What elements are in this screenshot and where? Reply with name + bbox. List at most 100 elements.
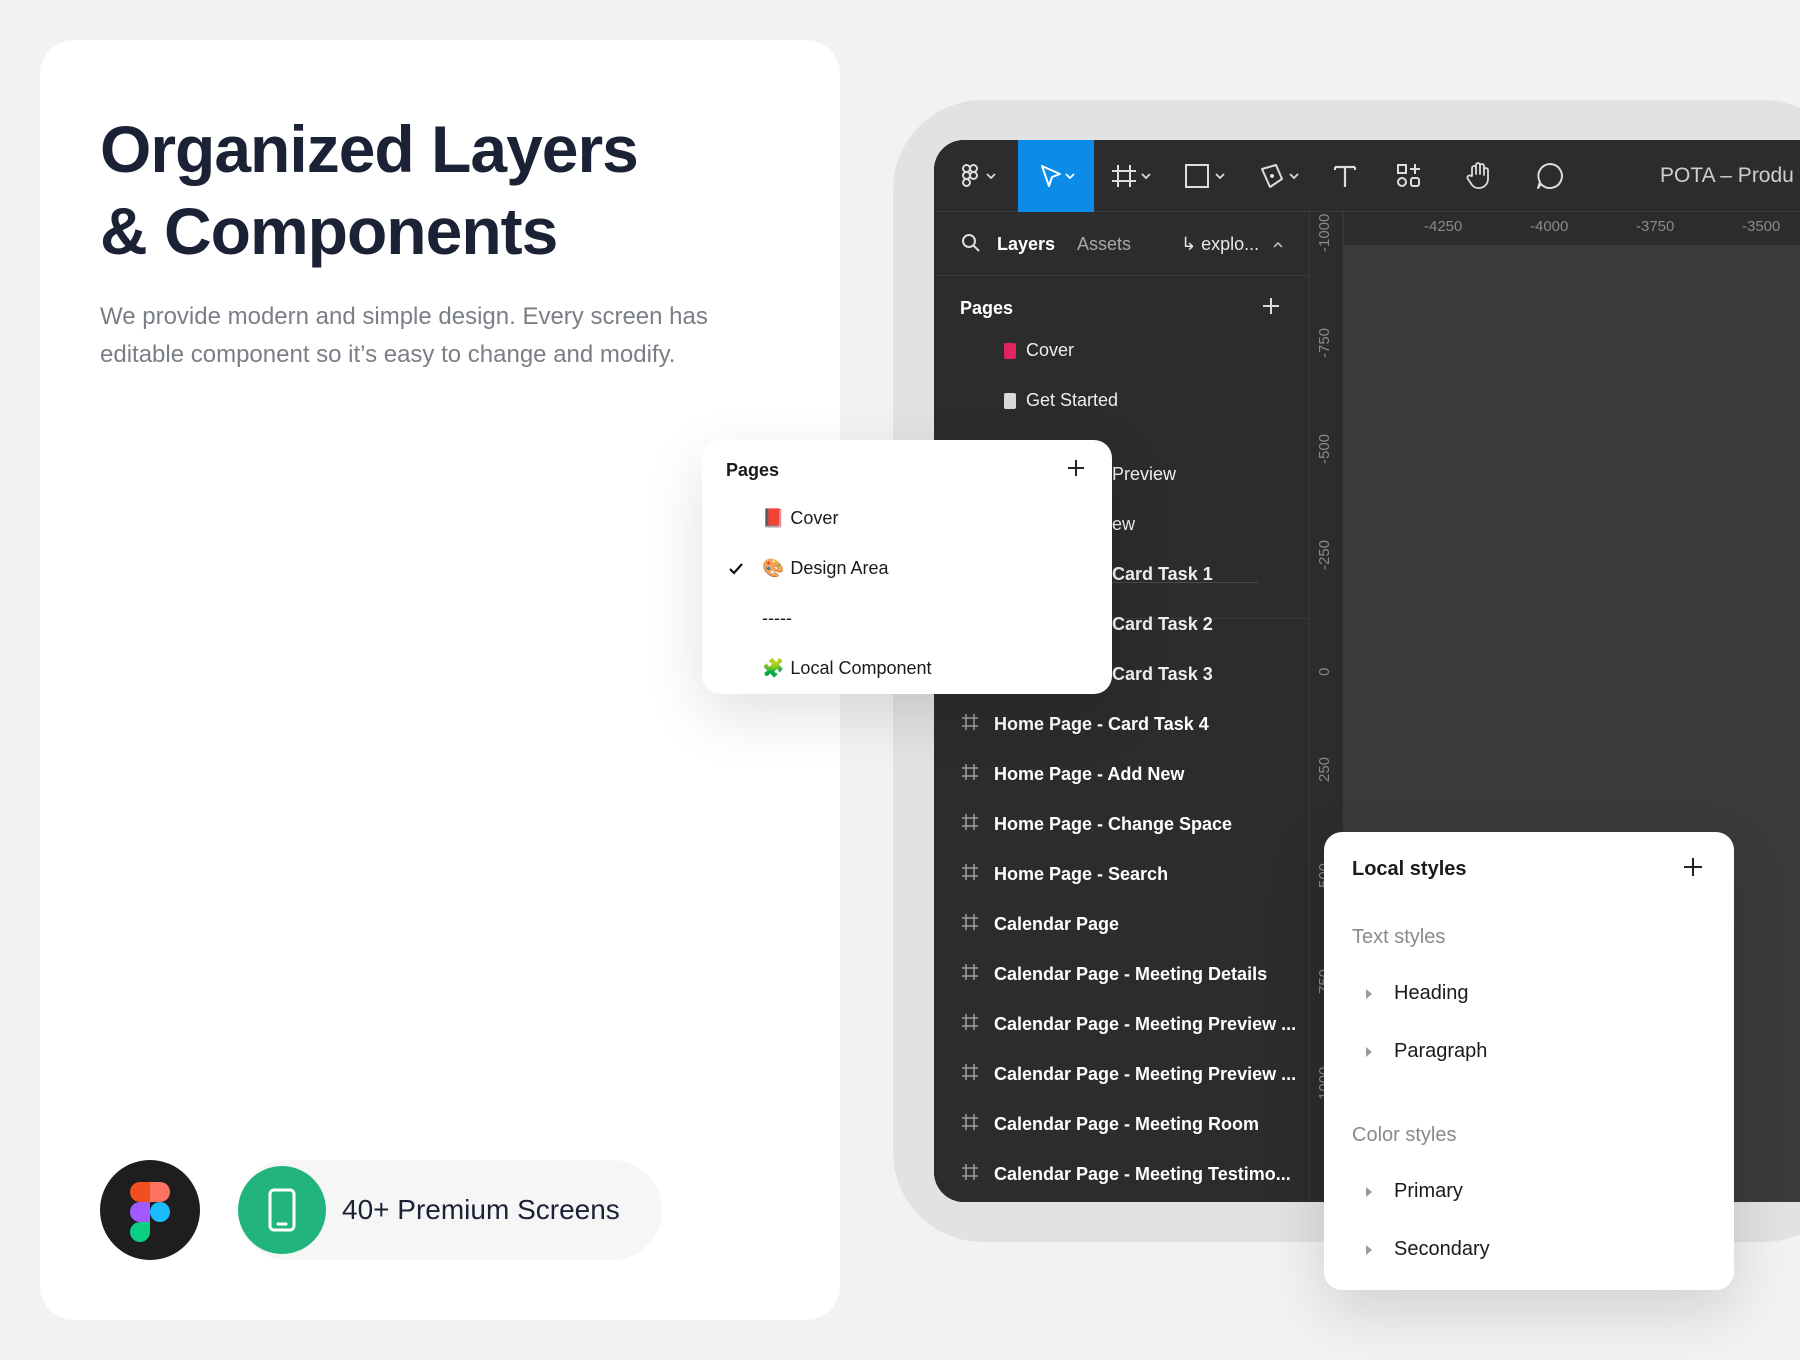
- layer-item-partial[interactable]: Card Task 1: [1112, 564, 1213, 585]
- text-tool-button[interactable]: [1320, 140, 1370, 212]
- move-tool-button[interactable]: [1018, 140, 1094, 212]
- frame-icon: [960, 862, 980, 887]
- layer-item-label: Home Page - Search: [994, 864, 1169, 884]
- current-page-label: ↳ explo...: [1181, 234, 1260, 254]
- ruler-tick-label: -500: [1316, 433, 1333, 464]
- add-page-icon[interactable]: [1259, 294, 1283, 318]
- layer-item[interactable]: Calendar Page - Meeting Preview ...: [960, 1012, 1296, 1037]
- layer-item[interactable]: Calendar Page - Meeting Testimo...: [960, 1162, 1291, 1187]
- layer-item[interactable]: Home Page - Add New: [960, 762, 1184, 787]
- layer-item[interactable]: Home Page - Card Task 4: [960, 712, 1209, 737]
- layer-item-label: Calendar Page - Meeting Preview ...: [994, 1014, 1297, 1034]
- layer-item[interactable]: Home Page - Change Space: [960, 812, 1232, 837]
- figma-icon: [130, 1182, 170, 1242]
- page-item-label: Cover: [1026, 340, 1075, 360]
- tab-assets[interactable]: Assets: [1077, 234, 1131, 255]
- style-item-label: Primary: [1394, 1180, 1463, 1202]
- phone-badge: [238, 1166, 326, 1254]
- frame-icon: [960, 962, 980, 987]
- ruler-tick-label: -4250: [1424, 218, 1463, 235]
- local-styles-panel: Local styles Text styles Heading Paragra…: [1324, 832, 1734, 1290]
- style-item-secondary[interactable]: Secondary: [1366, 1238, 1490, 1261]
- style-item-label: Secondary: [1394, 1238, 1490, 1260]
- popup-page-label: Cover: [790, 508, 839, 528]
- popup-page-cover[interactable]: 📕 Cover: [762, 508, 838, 529]
- hand-icon: [1466, 162, 1489, 189]
- add-page-icon[interactable]: [1064, 456, 1088, 480]
- style-item-heading[interactable]: Heading: [1366, 982, 1469, 1005]
- chevron-up-icon: [1273, 242, 1283, 248]
- popup-page-design-area[interactable]: 🎨 Design Area: [762, 558, 888, 579]
- popup-page-separator[interactable]: -----: [762, 608, 792, 629]
- page-item-get-started[interactable]: Get Started: [1004, 390, 1118, 411]
- feature-title-line1: Organized Layers: [100, 112, 639, 186]
- feature-description-line2: editable component so it’s easy to chang…: [100, 341, 676, 368]
- ruler-tick-label: -4000: [1530, 218, 1569, 235]
- layer-item-partial[interactable]: Card Task 2: [1112, 614, 1213, 635]
- add-style-icon[interactable]: [1680, 854, 1706, 880]
- hand-tool-button[interactable]: [1454, 140, 1504, 212]
- caret-right-icon: [1366, 1186, 1372, 1197]
- document-title[interactable]: POTA – Produ: [1660, 164, 1794, 188]
- frame-icon: [960, 1062, 980, 1087]
- phone-icon: [268, 1188, 296, 1232]
- puzzle-icon: 🧩: [762, 658, 785, 678]
- frame-icon: [960, 912, 980, 937]
- layer-item[interactable]: Calendar Page - Meeting Room: [960, 1112, 1259, 1137]
- caret-right-icon: [1366, 1244, 1372, 1255]
- layer-item-partial[interactable]: Card Task 3: [1112, 664, 1213, 685]
- sidebar-tabs: Layers Assets ↳ explo...: [934, 212, 1310, 276]
- layer-item[interactable]: Calendar Page - Meeting Details: [960, 962, 1267, 987]
- feature-title-line2: & Components: [100, 194, 558, 268]
- layer-item-label: Home Page - Add New: [994, 764, 1185, 784]
- layer-item-label: Home Page - Card Task 4: [994, 714, 1209, 734]
- layer-item-label: Calendar Page - Meeting Testimo...: [994, 1164, 1291, 1184]
- book-icon: 📕: [762, 508, 785, 528]
- frame-tool-button[interactable]: [1100, 140, 1164, 212]
- page-item-partial[interactable]: Preview: [1112, 464, 1176, 485]
- style-item-label: Heading: [1394, 982, 1469, 1004]
- pen-tool-button[interactable]: [1248, 140, 1312, 212]
- pages-popup: Pages 📕 Cover 🎨 Design Area ----- 🧩 Loca…: [702, 440, 1112, 694]
- layer-item[interactable]: Calendar Page - Meeting Preview ...: [960, 1062, 1296, 1087]
- figma-logo-badge: [100, 1160, 200, 1260]
- document-icon: [1004, 392, 1016, 409]
- popup-page-local-component[interactable]: 🧩 Local Component: [762, 658, 932, 679]
- book-icon: [1004, 342, 1016, 359]
- layer-item-label: Calendar Page - Meeting Preview ...: [994, 1064, 1297, 1084]
- comment-icon: [1537, 163, 1563, 189]
- caret-right-icon: [1366, 1046, 1372, 1057]
- pages-header: Pages: [960, 298, 1014, 318]
- layer-item[interactable]: Calendar Page: [960, 912, 1119, 937]
- resources-tool-button[interactable]: [1384, 140, 1434, 212]
- feature-title: Organized Layers & Components: [100, 108, 639, 272]
- main-menu-button[interactable]: [944, 140, 1014, 212]
- style-item-paragraph[interactable]: Paragraph: [1366, 1040, 1487, 1063]
- tab-layers[interactable]: Layers: [997, 234, 1055, 255]
- shape-tool-button[interactable]: [1174, 140, 1238, 212]
- page-item-partial[interactable]: ew: [1112, 514, 1135, 535]
- frame-icon: [960, 1012, 980, 1037]
- frame-icon: [960, 712, 980, 737]
- feature-description: We provide modern and simple design. Eve…: [100, 298, 740, 374]
- premium-screens-badge: 40+ Premium Screens: [238, 1160, 662, 1260]
- layer-item-label: Calendar Page - Meeting Details: [994, 964, 1268, 984]
- popup-page-label: Local Component: [790, 658, 932, 678]
- palette-icon: 🎨: [762, 558, 785, 578]
- page-item-cover[interactable]: Cover: [1004, 340, 1074, 361]
- layer-item-label: Home Page - Change Space: [994, 814, 1233, 834]
- local-styles-title: Local styles: [1352, 858, 1467, 880]
- ruler-tick-label: -3750: [1636, 218, 1675, 235]
- layer-item-label: Calendar Page: [994, 914, 1120, 934]
- feature-description-line1: We provide modern and simple design. Eve…: [100, 303, 708, 330]
- horizontal-ruler: -4250 -4000 -3750 -3500: [1344, 212, 1800, 246]
- style-item-primary[interactable]: Primary: [1366, 1180, 1463, 1203]
- ruler-tick-label: -1000: [1316, 213, 1333, 252]
- current-page-selector[interactable]: ↳ explo...: [1181, 234, 1286, 255]
- search-icon[interactable]: [960, 232, 982, 254]
- ruler-tick-label: 250: [1316, 756, 1333, 782]
- comment-tool-button[interactable]: [1520, 140, 1580, 212]
- layer-item[interactable]: Home Page - Search: [960, 862, 1168, 887]
- text-icon: [1334, 165, 1356, 187]
- cursor-icon: [1041, 165, 1075, 187]
